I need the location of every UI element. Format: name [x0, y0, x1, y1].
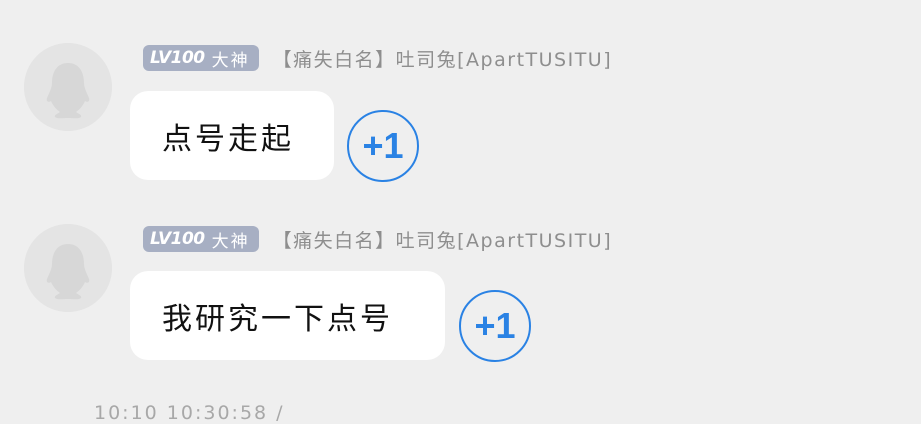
message-bubble[interactable]: 我研究一下点号: [130, 271, 445, 360]
avatar[interactable]: [24, 43, 112, 131]
sender-nickname[interactable]: 【痛失白名】吐司兔[ApartTUSITU]: [273, 45, 612, 72]
sender-nickname[interactable]: 【痛失白名】吐司兔[ApartTUSITU]: [273, 226, 612, 253]
chat-message: LV100 大神 【痛失白名】吐司兔[ApartTUSITU] 点号走起 +1: [0, 0, 921, 182]
default-avatar-icon: [24, 43, 112, 131]
badge-level: LV100: [150, 48, 205, 68]
plus-one-button[interactable]: +1: [347, 110, 419, 182]
badge-title: 大神: [211, 231, 250, 252]
message-timestamp: 10:10 10:30:58 /: [94, 402, 285, 424]
sender-meta: LV100 大神 【痛失白名】吐司兔[ApartTUSITU]: [143, 225, 612, 253]
message-bubble[interactable]: 点号走起: [130, 91, 334, 180]
level-badge: LV100 大神: [143, 45, 259, 71]
badge-title: 大神: [211, 50, 250, 71]
avatar[interactable]: [24, 224, 112, 312]
level-badge: LV100 大神: [143, 226, 259, 252]
default-avatar-icon: [24, 224, 112, 312]
sender-meta: LV100 大神 【痛失白名】吐司兔[ApartTUSITU]: [143, 44, 612, 72]
chat-message: LV100 大神 【痛失白名】吐司兔[ApartTUSITU] 我研究一下点号 …: [0, 181, 921, 362]
plus-one-button[interactable]: +1: [459, 290, 531, 362]
badge-level: LV100: [150, 229, 205, 249]
